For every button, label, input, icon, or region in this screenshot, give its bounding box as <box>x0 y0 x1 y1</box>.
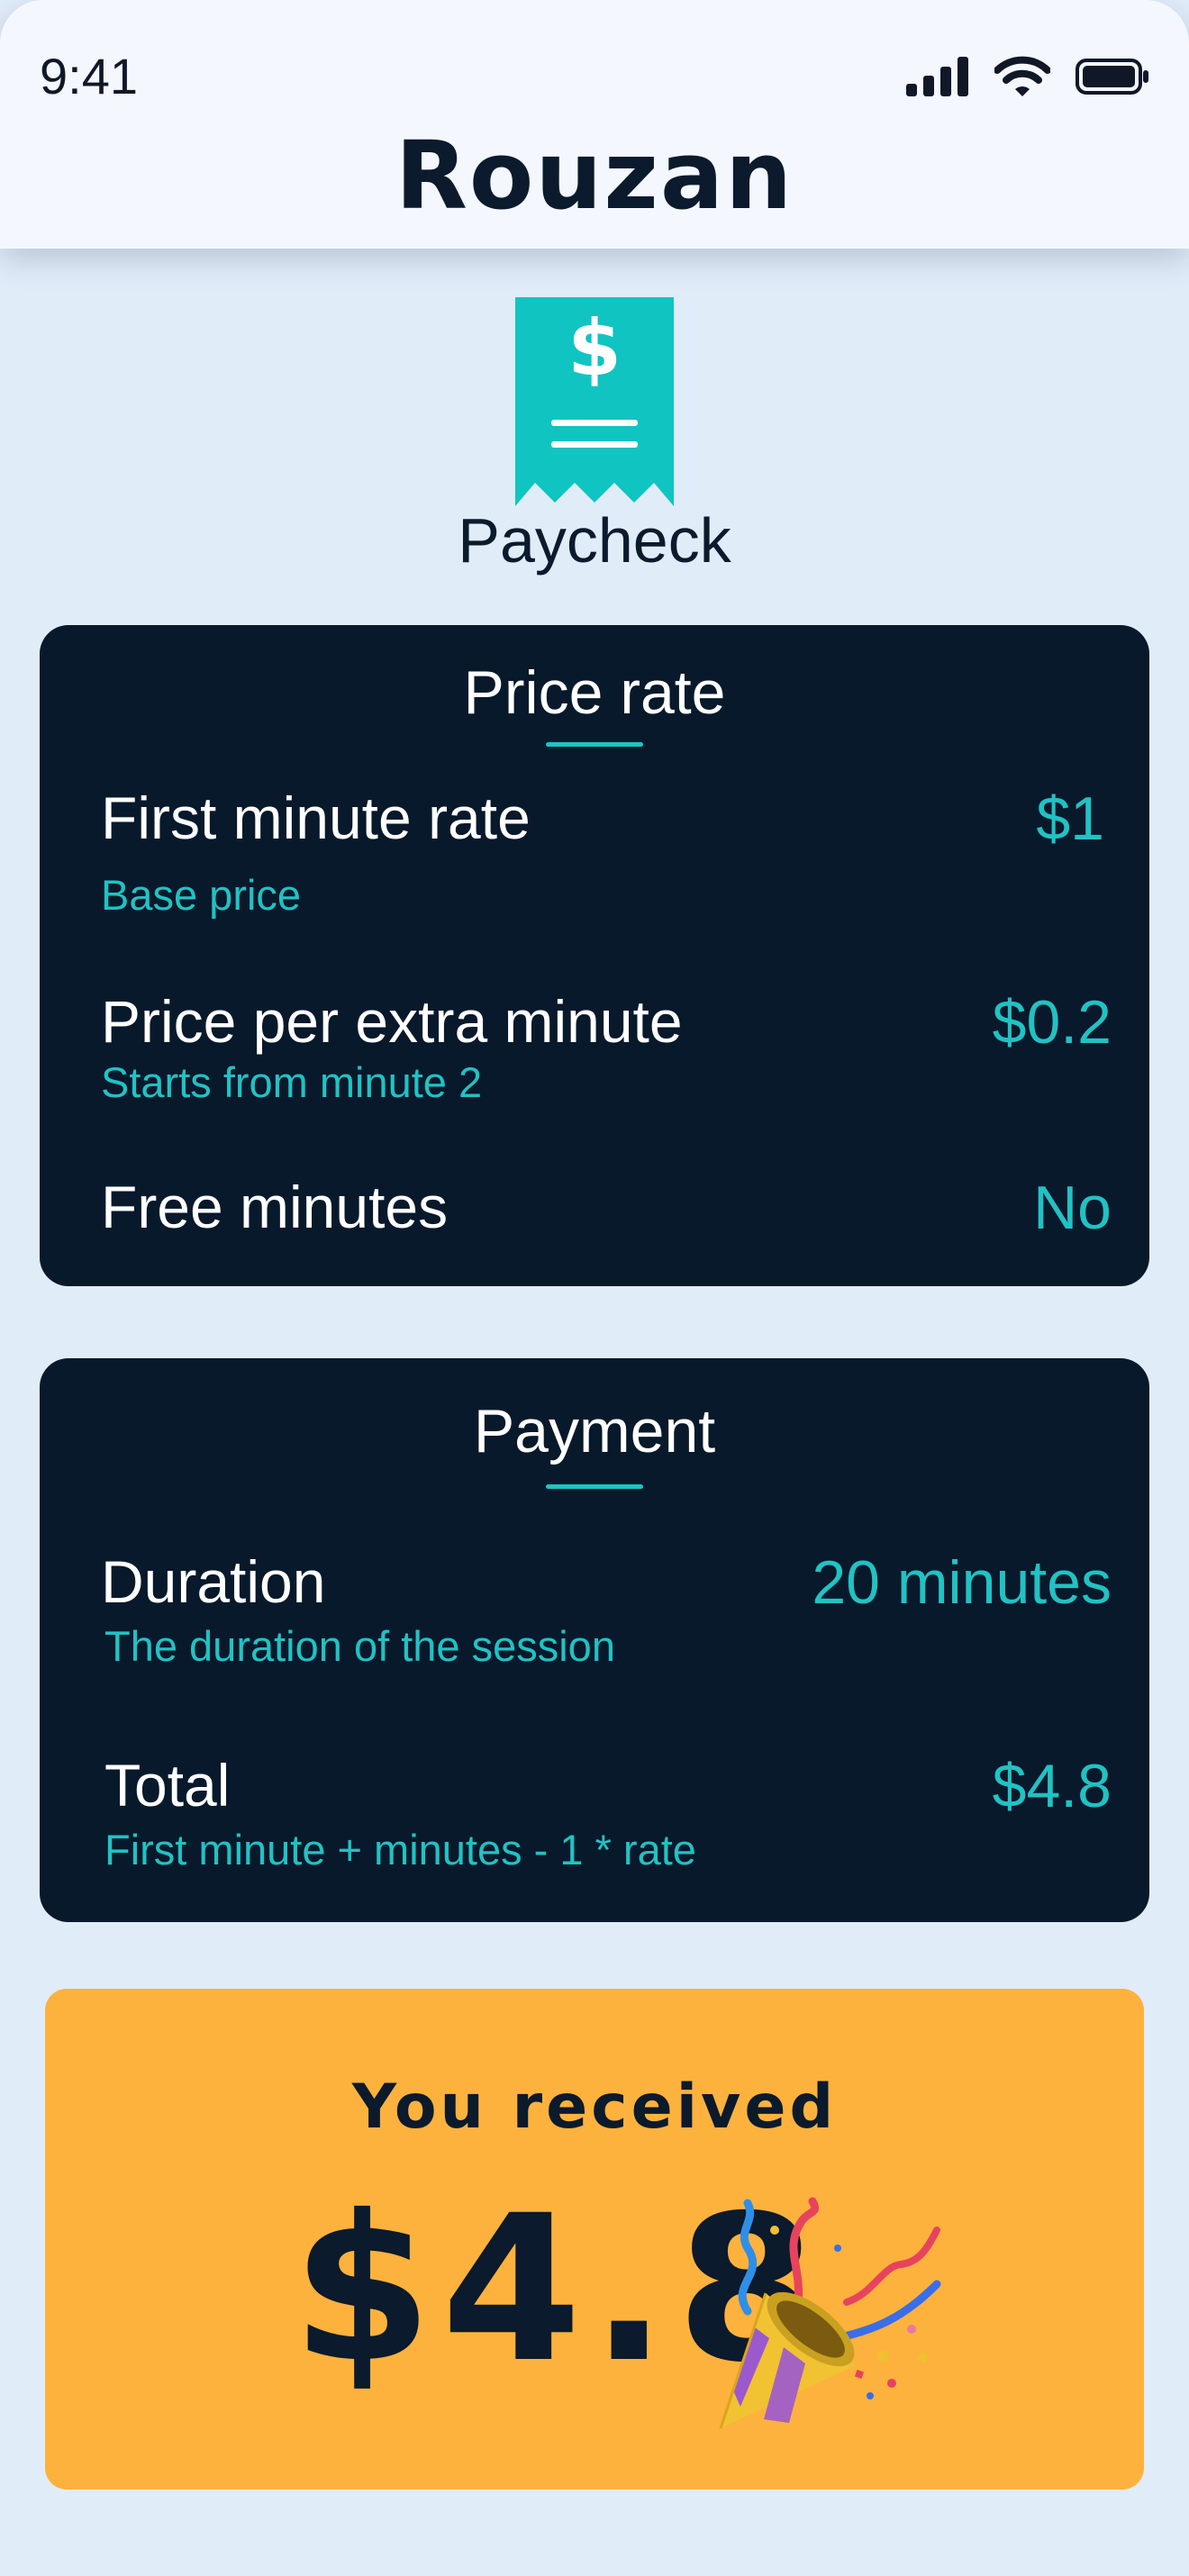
wifi-icon <box>994 56 1051 101</box>
title-underline <box>546 1484 643 1489</box>
row-value: No <box>1033 1174 1112 1242</box>
title-underline <box>546 742 643 747</box>
row-value: $1 <box>1036 785 1104 853</box>
row-subtitle: Base price <box>101 871 302 919</box>
row-label: Total <box>104 1752 231 1819</box>
price-rate-card: Price rate First minute rate Base price … <box>40 625 1149 1286</box>
card-title: Payment <box>473 1397 716 1465</box>
row-value: $4.8 <box>992 1752 1112 1820</box>
row-value: $0.2 <box>992 988 1112 1057</box>
row-label: Free minutes <box>101 1174 449 1240</box>
app-logo: Rouzan <box>395 121 794 231</box>
row-value: 20 minutes <box>812 1548 1112 1617</box>
page-title: Paycheck <box>458 505 731 576</box>
paycheck-screen: 9:41 Rouzan $ Paycheck Price rate First … <box>0 0 1189 2576</box>
battery-icon <box>1076 59 1149 98</box>
party-popper-icon <box>712 2194 964 2437</box>
received-banner: You received $4.8 <box>45 1989 1144 2490</box>
status-icons <box>906 56 1149 101</box>
received-label: You received <box>351 2072 838 2143</box>
card-title: Price rate <box>463 658 726 727</box>
status-time: 9:41 <box>40 48 138 104</box>
payment-card: Payment Duration The duration of the ses… <box>40 1358 1149 1922</box>
receipt-dollar-icon: $ <box>515 297 674 506</box>
row-subtitle: First minute + minutes - 1 * rate <box>104 1826 696 1873</box>
cellular-signal-icon <box>906 57 969 100</box>
row-subtitle: Starts from minute 2 <box>101 1058 483 1106</box>
row-label: Duration <box>101 1548 326 1615</box>
row-label: First minute rate <box>101 785 531 851</box>
app-header: 9:41 Rouzan <box>0 0 1189 249</box>
svg-text:$: $ <box>567 304 622 394</box>
row-label: Price per extra minute <box>101 988 683 1055</box>
row-subtitle: The duration of the session <box>104 1622 615 1670</box>
